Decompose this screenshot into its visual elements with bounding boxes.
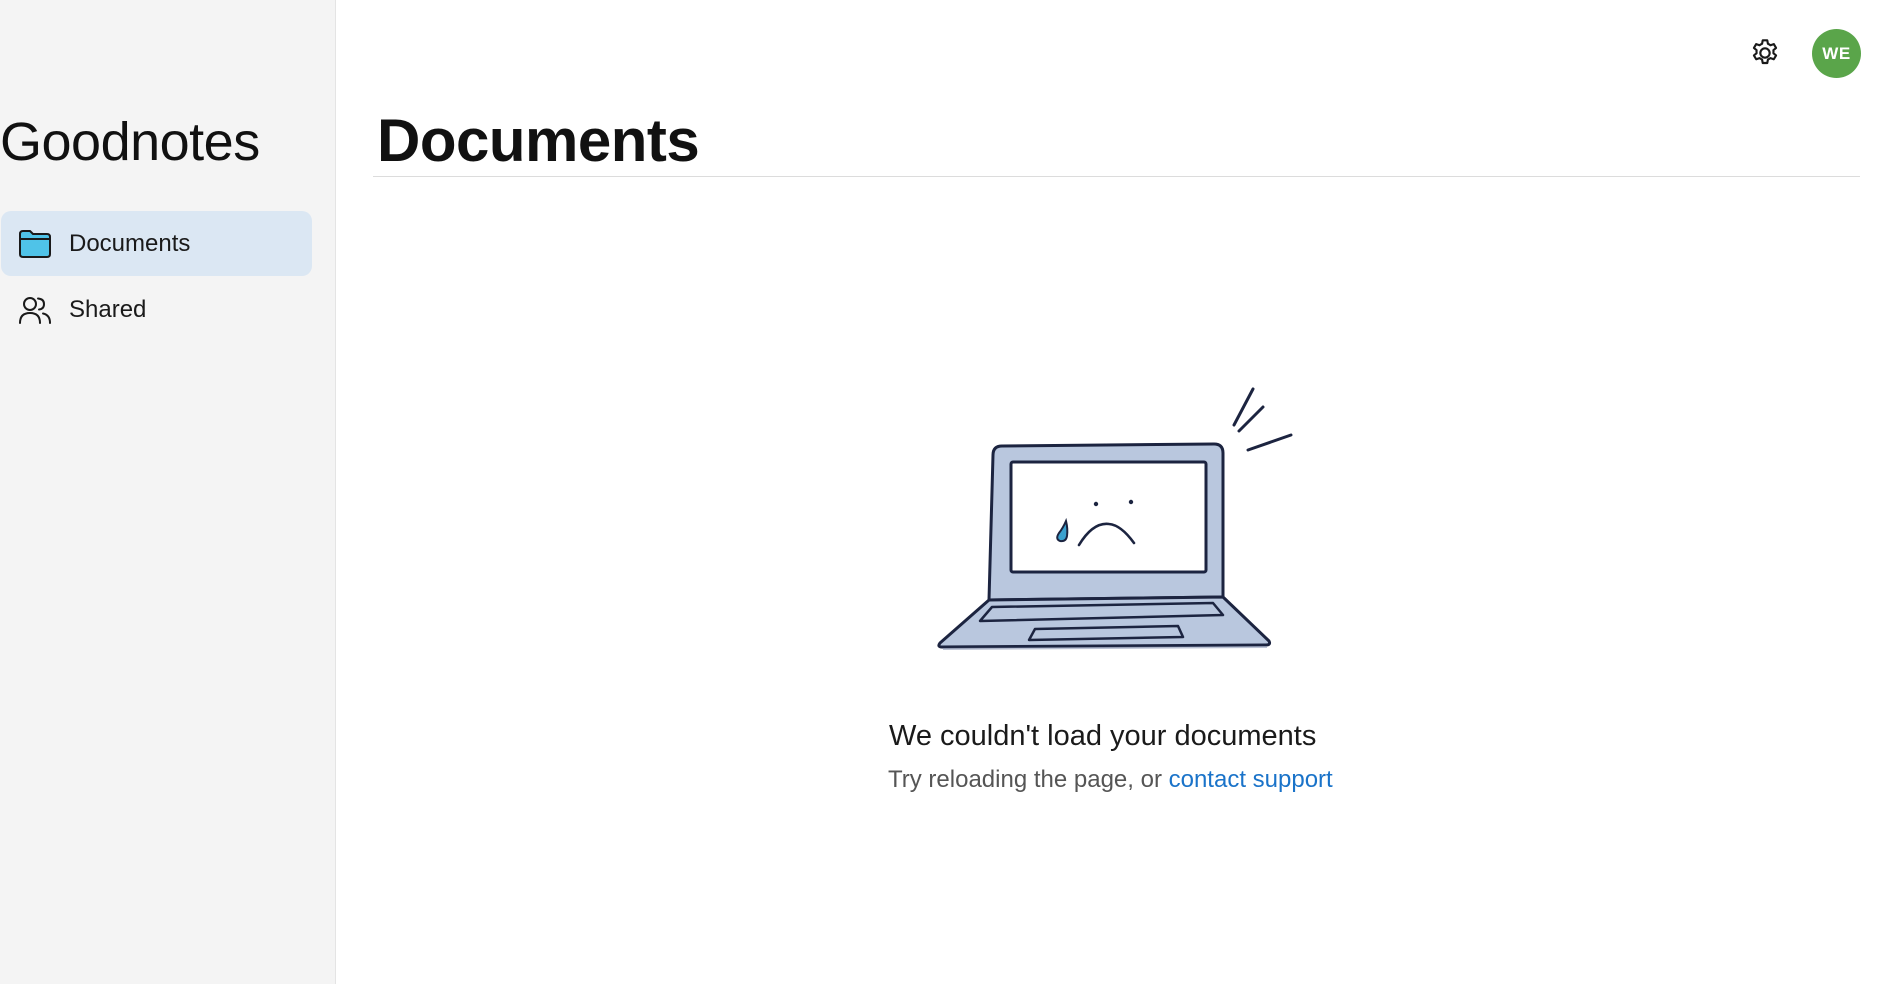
sidebar-item-label: Documents bbox=[69, 229, 191, 257]
sidebar-item-label: Shared bbox=[69, 295, 147, 323]
sidebar-item-shared[interactable]: Shared bbox=[1, 277, 312, 342]
sidebar-item-documents[interactable]: Documents bbox=[1, 211, 312, 276]
sidebar: Goodnotes Documents Shared bbox=[0, 0, 336, 984]
settings-button[interactable] bbox=[1747, 35, 1783, 71]
folder-icon bbox=[17, 226, 53, 262]
main-content: WE Documents We couldn't load your docum… bbox=[336, 0, 1897, 984]
people-icon bbox=[17, 292, 53, 328]
app-root: Goodnotes Documents Shared WE Documents … bbox=[0, 0, 1897, 984]
error-title-text: We couldn't load your documents bbox=[889, 720, 1317, 752]
gear-icon bbox=[1752, 39, 1778, 65]
error-subtitle-text: Try reloading the page, or bbox=[888, 766, 1169, 793]
sidebar-nav: Documents Shared bbox=[1, 211, 312, 343]
contact-support-link[interactable]: contact support bbox=[1169, 766, 1333, 793]
title-divider bbox=[373, 176, 1860, 177]
avatar[interactable]: WE bbox=[1812, 29, 1861, 78]
page-title: Documents bbox=[377, 107, 700, 174]
sad-laptop-illustration bbox=[935, 360, 1305, 660]
brand-logo: Goodnotes bbox=[0, 112, 260, 172]
error-subtitle: Try reloading the page, or contact suppo… bbox=[888, 766, 1333, 794]
